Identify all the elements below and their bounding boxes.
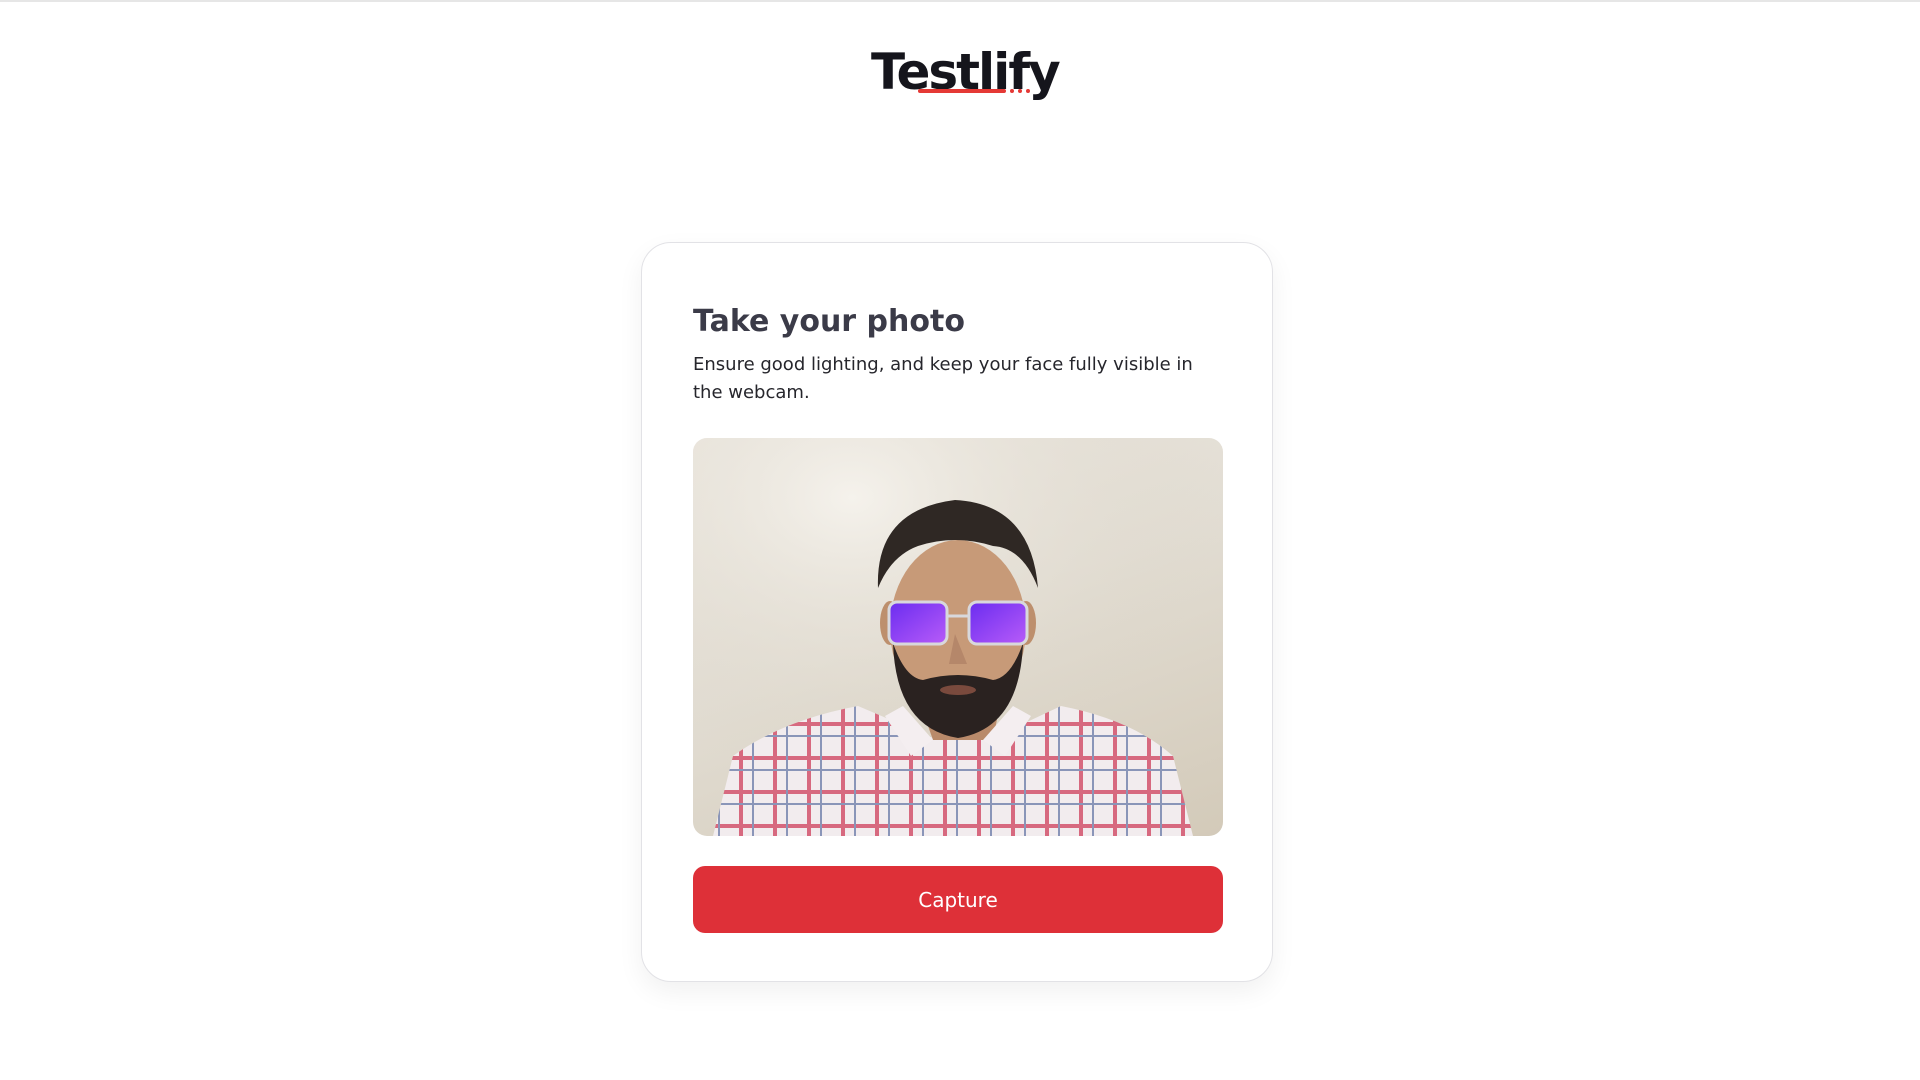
logo-underline-bar — [918, 89, 1006, 93]
logo-dot — [1010, 89, 1014, 93]
logo-dot — [1026, 89, 1030, 93]
webcam-preview — [693, 438, 1223, 836]
capture-button[interactable]: Capture — [693, 866, 1223, 933]
card-title: Take your photo — [693, 304, 965, 339]
logo-text: Testlify — [871, 43, 1061, 101]
logo-dot — [1018, 89, 1022, 93]
webcam-feed-image — [693, 438, 1223, 836]
card-subtitle: Ensure good lighting, and keep your face… — [693, 354, 1193, 403]
logo-underline-icon — [918, 89, 1036, 93]
photo-capture-card: Take your photo Ensure good lighting, an… — [641, 242, 1273, 982]
testlify-logo: Testlify — [871, 38, 1061, 106]
top-divider — [0, 0, 1920, 2]
